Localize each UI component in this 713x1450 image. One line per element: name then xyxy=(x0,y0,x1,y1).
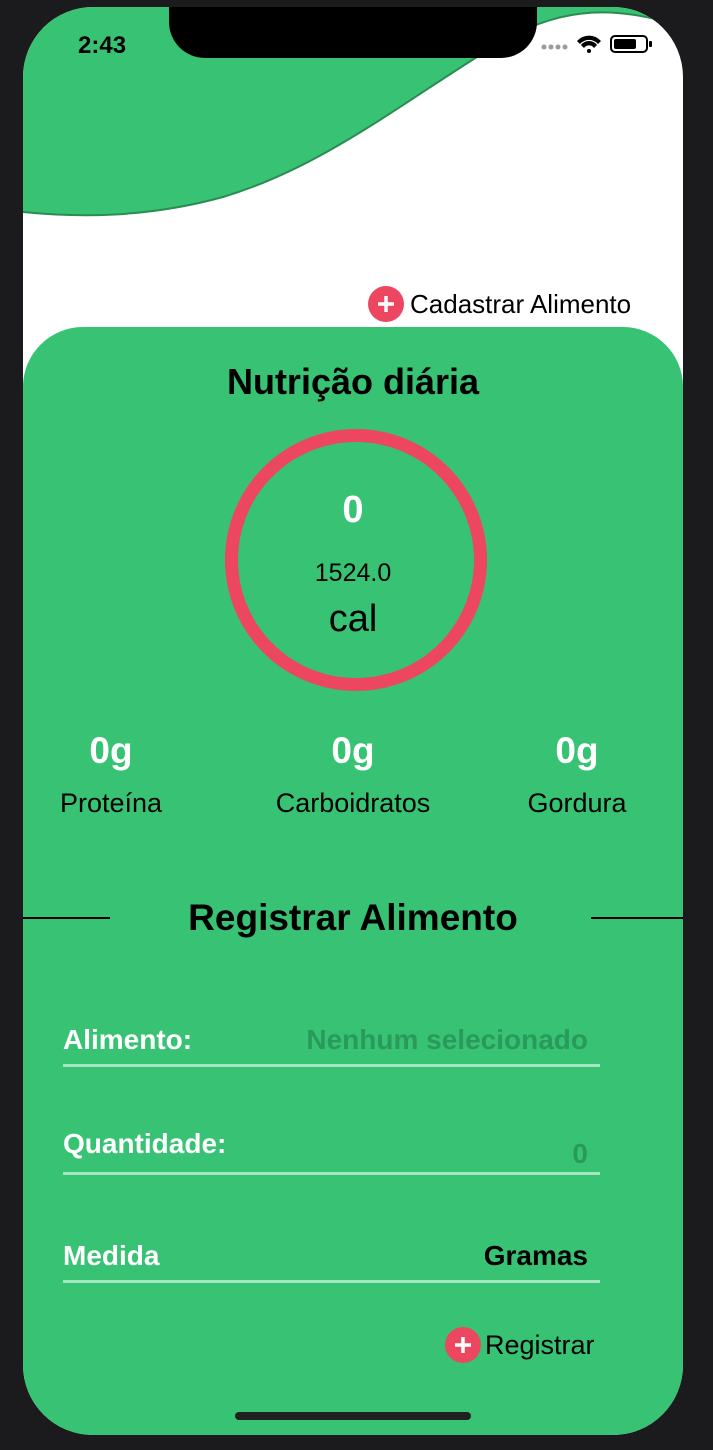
device-notch xyxy=(169,7,537,58)
add-food-label: Cadastrar Alimento xyxy=(410,288,632,319)
status-time: 2:43 xyxy=(78,32,127,59)
measure-select[interactable]: Gramas xyxy=(484,1240,588,1272)
phone-screen: 2:43 Cadastrar Alimento Nutrição diária … xyxy=(23,7,683,1435)
calories-goal: 1524.0 xyxy=(314,559,392,587)
wifi-icon xyxy=(577,35,601,53)
plus-circle-icon xyxy=(445,1327,481,1363)
protein-value: 0g xyxy=(89,730,133,771)
carbs-label: Carboidratos xyxy=(275,788,431,818)
home-indicator xyxy=(235,1412,471,1420)
signal-icon xyxy=(541,44,568,50)
nutrition-card: Nutrição diária 0 1524.0 cal 0g Proteína… xyxy=(23,327,683,1435)
fat-value: 0g xyxy=(555,730,599,771)
carbs-value: 0g xyxy=(331,730,375,771)
plus-circle-icon xyxy=(368,286,404,322)
measure-field-label: Medida xyxy=(63,1240,160,1271)
macro-carbs: 0g Carboidratos xyxy=(243,730,463,830)
food-field-label: Alimento: xyxy=(63,1024,193,1055)
food-field-value[interactable]: Nenhum selecionado xyxy=(306,1024,588,1056)
status-icons xyxy=(541,35,652,53)
add-food-button[interactable]: Cadastrar Alimento xyxy=(368,286,631,322)
food-field[interactable]: Alimento: Nenhum selecionado xyxy=(63,1024,600,1067)
register-food-title: Registrar Alimento xyxy=(188,897,518,938)
register-button[interactable]: Registrar xyxy=(445,1327,595,1363)
macro-fat: 0g Gordura xyxy=(467,730,683,830)
section-divider-right xyxy=(591,917,683,919)
battery-icon xyxy=(610,35,652,53)
quantity-input[interactable]: 0 xyxy=(572,1138,588,1170)
protein-label: Proteína xyxy=(59,788,163,818)
macro-protein: 0g Proteína xyxy=(23,730,221,830)
register-button-label: Registrar xyxy=(485,1329,595,1360)
daily-nutrition-title: Nutrição diária xyxy=(226,361,480,402)
calories-consumed: 0 xyxy=(342,489,364,531)
calories-unit: cal xyxy=(328,598,378,640)
quantity-field-label: Quantidade: xyxy=(63,1128,227,1159)
fat-label: Gordura xyxy=(527,788,627,818)
measure-field[interactable]: Medida Gramas xyxy=(63,1240,600,1283)
quantity-field[interactable]: Quantidade: 0 xyxy=(63,1128,600,1175)
